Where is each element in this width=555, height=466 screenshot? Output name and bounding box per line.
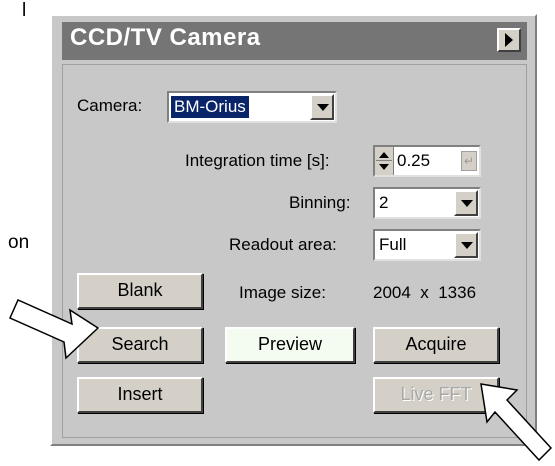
insert-button[interactable]: Insert [77,377,203,413]
dropdown-arrow-icon[interactable] [454,190,478,216]
readout-area-select[interactable]: Full [373,229,481,261]
panel-body: Camera: BM-Orius Integration time [s]: 0… [62,64,527,438]
integration-time-spinner[interactable]: 0.25 ↵ [373,145,481,177]
dropdown-arrow-icon[interactable] [454,232,478,258]
binning-label: Binning: [289,193,351,212]
ccd-tv-camera-panel: CCD/TV Camera Camera: BM-Orius Integrati… [50,14,537,446]
image-size-label: Image size: [239,283,326,302]
integration-time-value: 0.25 [397,151,431,170]
blank-button[interactable]: Blank [77,273,203,309]
stray-text-left: on [8,232,30,253]
panel-title-bar[interactable]: CCD/TV Camera [62,22,527,60]
camera-select-value: BM-Orius [171,96,249,118]
binning-select-value: 2 [379,193,389,212]
acquire-button[interactable]: Acquire [373,327,499,363]
readout-area-select-value: Full [379,235,407,254]
binning-select[interactable]: 2 [373,187,481,219]
camera-select[interactable]: BM-Orius [167,91,337,123]
stray-text-top: l [22,0,27,21]
readout-area-label: Readout area: [229,235,337,254]
spin-arrows-icon[interactable] [375,147,394,175]
integration-time-label: Integration time [s]: [185,151,330,170]
panel-title: CCD/TV Camera [70,24,261,51]
camera-label: Camera: [77,96,143,115]
live-fft-button[interactable]: Live FFT [373,377,499,413]
enter-icon[interactable]: ↵ [461,151,477,171]
expand-right-icon[interactable] [497,28,521,52]
image-size-value: 2004 x 1336 [373,283,477,302]
search-button[interactable]: Search [77,327,203,363]
dropdown-arrow-icon[interactable] [310,94,334,120]
preview-button[interactable]: Preview [225,327,355,363]
